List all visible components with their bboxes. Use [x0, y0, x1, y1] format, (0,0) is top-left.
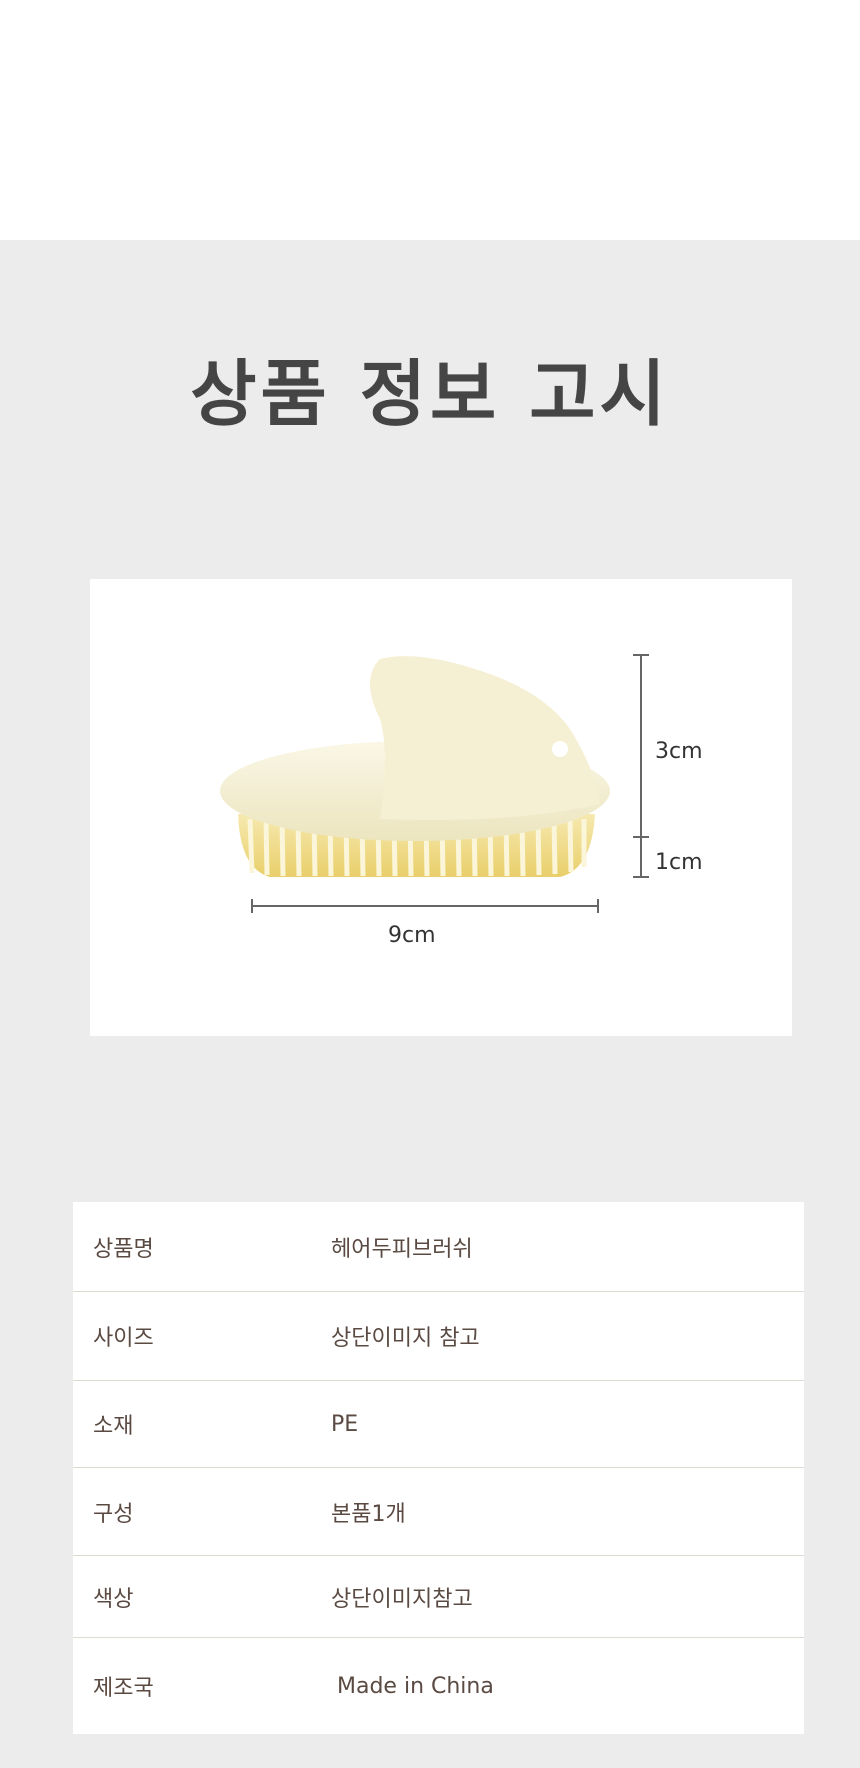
page-title: 상품 정보 고시	[190, 352, 670, 436]
spec-table: 상품명 헤어두피브러쉬 사이즈 상단이미지 참고 소재 PE 구성 본품1개 색…	[73, 1202, 804, 1734]
row-label: 구성	[93, 1501, 134, 1527]
row-value: PE	[331, 1411, 359, 1437]
table-row: 색상 상단이미지참고	[73, 1556, 804, 1638]
row-value: 본품1개	[331, 1501, 406, 1527]
handle-hole	[552, 741, 568, 757]
row-label: 사이즈	[93, 1326, 154, 1351]
height-dimension-line	[633, 654, 649, 878]
width-label: 9cm	[388, 923, 436, 948]
row-value: 헤어두피브러쉬	[331, 1236, 473, 1262]
row-label: 상품명	[93, 1236, 154, 1262]
row-label: 소재	[93, 1414, 134, 1439]
row-value: 상단이미지참고	[331, 1586, 473, 1612]
table-row: 소재 PE	[73, 1381, 804, 1468]
width-dimension-line	[251, 899, 599, 913]
row-label: 색상	[93, 1586, 134, 1612]
row-value: 상단이미지 참고	[331, 1326, 480, 1351]
table-row: 제조국 Made in China	[73, 1638, 804, 1734]
height-bottom-label: 1cm	[655, 850, 703, 875]
table-row: 사이즈 상단이미지 참고	[73, 1292, 804, 1381]
product-image-card: 3cm 1cm 9cm	[90, 579, 792, 1036]
brush-handle	[370, 656, 600, 820]
table-row: 구성 본품1개	[73, 1468, 804, 1556]
height-top-label: 3cm	[655, 739, 703, 764]
top-blank-area	[0, 0, 860, 240]
row-value: Made in China	[337, 1673, 494, 1699]
table-row: 상품명 헤어두피브러쉬	[73, 1202, 804, 1292]
row-label: 제조국	[93, 1676, 154, 1701]
brush-illustration: 3cm 1cm 9cm	[220, 654, 703, 948]
